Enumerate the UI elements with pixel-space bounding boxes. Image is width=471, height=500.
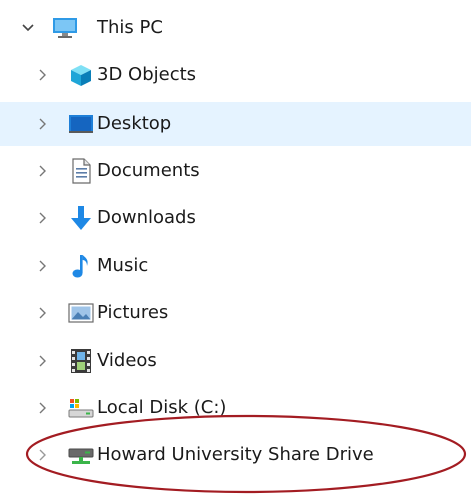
chevron-down-icon[interactable] [20, 20, 36, 36]
chevron-right-icon[interactable] [34, 305, 50, 321]
chevron-right-icon[interactable] [34, 258, 50, 274]
music-icon [68, 253, 94, 279]
chevron-right-icon[interactable] [34, 210, 50, 226]
tree-item-this-pc[interactable]: This PC [0, 6, 471, 50]
documents-icon [68, 158, 94, 184]
chevron-right-icon[interactable] [34, 67, 50, 83]
tree-item-label: Videos [97, 350, 157, 371]
downloads-icon [68, 205, 94, 231]
tree-item-label: Music [97, 255, 149, 276]
3d-objects-icon [68, 62, 94, 88]
tree-item-videos[interactable]: Videos [0, 339, 471, 383]
chevron-right-icon[interactable] [34, 116, 50, 132]
tree-item-label: Howard University Share Drive [97, 444, 374, 465]
tree-item-label: Downloads [97, 207, 196, 228]
tree-item-label: 3D Objects [97, 64, 197, 85]
chevron-right-icon[interactable] [34, 400, 50, 416]
tree-item-pictures[interactable]: Pictures [0, 291, 471, 335]
tree-item-label: Desktop [97, 113, 172, 134]
network-drive-icon [68, 442, 94, 468]
this-pc-icon [52, 15, 78, 41]
tree-item-music[interactable]: Music [0, 244, 471, 288]
tree-item-downloads[interactable]: Downloads [0, 196, 471, 240]
tree-item-label: This PC [97, 17, 163, 38]
tree-item-label: Documents [97, 160, 200, 181]
navigation-tree: This PC 3D Objects Desktop Documents Dow… [0, 0, 471, 500]
chevron-right-icon[interactable] [34, 163, 50, 179]
tree-item-documents[interactable]: Documents [0, 149, 471, 193]
tree-item-3d-objects[interactable]: 3D Objects [0, 53, 471, 97]
tree-item-desktop[interactable]: Desktop [0, 102, 471, 146]
videos-icon [68, 348, 94, 374]
pictures-icon [68, 300, 94, 326]
desktop-icon [68, 111, 94, 137]
tree-item-local-disk[interactable]: Local Disk (C:) [0, 386, 471, 430]
tree-item-label: Local Disk (C:) [97, 397, 227, 418]
chevron-right-icon[interactable] [34, 353, 50, 369]
chevron-right-icon[interactable] [34, 447, 50, 463]
local-disk-icon [68, 395, 94, 421]
tree-item-share-drive[interactable]: Howard University Share Drive [0, 433, 471, 477]
tree-item-label: Pictures [97, 302, 169, 323]
